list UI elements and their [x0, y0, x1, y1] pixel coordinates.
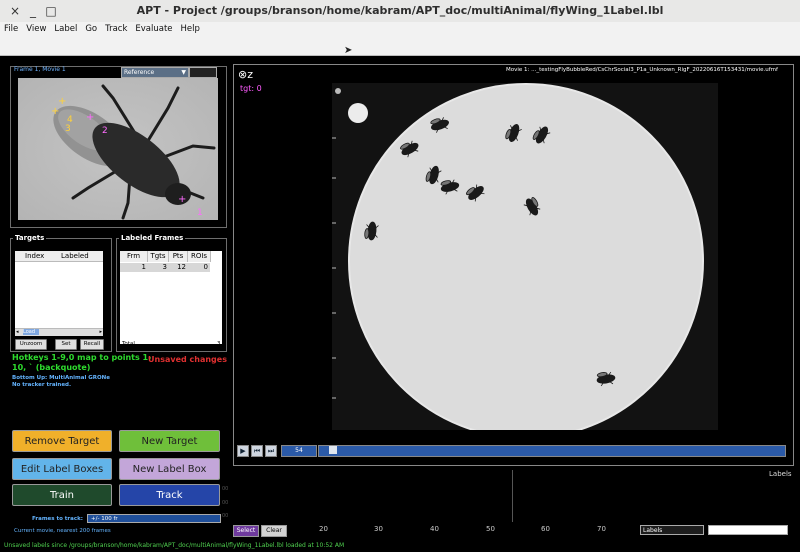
x-tick: 70 [597, 525, 606, 533]
timeline-cursor [512, 470, 513, 522]
targets-table[interactable]: Index Labeled [15, 251, 103, 335]
timeline-mode-select[interactable]: Labels [640, 525, 704, 535]
new-target-button[interactable]: New Target [119, 430, 220, 452]
lf-col-rois[interactable]: ROIs [188, 251, 211, 262]
unsaved-changes-text: Unsaved changes [148, 355, 227, 364]
reference-frame-input[interactable] [189, 67, 217, 78]
targets-scrollbar[interactable]: ◂ Load ▸ [15, 328, 103, 336]
hotkeys-text: Hotkeys 1-9,0 map to points 1-10, ` (bac… [12, 353, 152, 372]
clear-button[interactable]: Clear [261, 525, 287, 537]
step-forward-button[interactable]: ⏭ [265, 445, 277, 457]
set-button[interactable]: Set [55, 339, 77, 350]
targets-col-labeled[interactable]: Labeled [61, 251, 89, 261]
labeled-frames-table[interactable]: Frm Tgts Pts ROIs 1 3 12 0 [120, 251, 222, 344]
new-label-box-button[interactable]: New Label Box [119, 458, 220, 480]
window-titlebar: × _ □ APT - Project /groups/branson/home… [0, 0, 800, 23]
menu-label[interactable]: Label [50, 22, 81, 34]
arena-image [332, 83, 718, 430]
lf-cell-tgts[interactable]: 3 [148, 263, 169, 272]
reference-image[interactable]: + + 4 3 + 2 + 1 [18, 78, 218, 220]
x-tick: 50 [486, 525, 495, 533]
svg-text:3: 3 [65, 124, 71, 134]
x-tick: 30 [374, 525, 383, 533]
menu-view[interactable]: View [22, 22, 50, 34]
recall-button[interactable]: Recall [80, 339, 104, 350]
svg-text:+: + [178, 194, 186, 205]
lf-total-label: Total [122, 341, 135, 347]
window-title: APT - Project /groups/branson/home/kabra… [136, 4, 664, 17]
movie-path-label: Movie 1: ..._testingFlyBubbleRed/CsChrSo… [506, 67, 778, 73]
x-tick: 60 [541, 525, 550, 533]
x-tick: 20 [319, 525, 328, 533]
lf-col-frm[interactable]: Frm [120, 251, 148, 262]
y-tick: 00 [222, 513, 229, 519]
targets-title: Targets [13, 234, 47, 242]
svg-text:2: 2 [102, 126, 108, 136]
menu-file[interactable]: File [0, 22, 22, 34]
lf-col-pts[interactable]: Pts [169, 251, 188, 262]
lf-total-value: 3 [217, 341, 221, 347]
svg-text:1: 1 [197, 208, 203, 218]
targets-col-index[interactable]: Index [25, 251, 44, 261]
tracker-type-text: Bottom Up: MultiAnimal GRONe [12, 375, 111, 381]
x-tick: 40 [430, 525, 439, 533]
y-tick: 00 [222, 486, 229, 492]
current-movie-text: Current movie, nearest 200 frames [14, 528, 111, 534]
tracker-info: Bottom Up: MultiAnimal GRONe No tracker … [12, 375, 110, 389]
status-bar: Unsaved labels since /groups/branson/hom… [0, 540, 800, 552]
menu-evaluate[interactable]: Evaluate [131, 22, 176, 34]
play-button[interactable]: ▶ [237, 445, 249, 457]
targets-table-header: Index Labeled [15, 251, 103, 262]
reference-select[interactable]: Reference ▼ [121, 67, 189, 78]
timeline-input[interactable] [708, 525, 788, 535]
targets-scroll-thumb[interactable]: Load [23, 329, 39, 335]
svg-text:+: + [51, 106, 59, 117]
menu-go[interactable]: Go [81, 22, 101, 34]
fly-reference-image: + + 4 3 + 2 + 1 [18, 78, 218, 220]
frame-slider[interactable] [318, 445, 786, 457]
timeline-labels-title: Labels [769, 470, 792, 478]
toolbar [0, 37, 800, 56]
scroll-right-icon[interactable]: ▸ [99, 329, 102, 335]
menu-bar: File View Label Go Track Evaluate Help [0, 22, 800, 37]
mouse-cursor-icon: ➤ [344, 45, 353, 56]
target-label: tgt: 0 [240, 84, 262, 93]
menu-help[interactable]: Help [177, 22, 204, 34]
labeled-frames-title: Labeled Frames [119, 234, 186, 242]
lf-cell-pts[interactable]: 12 [169, 263, 188, 272]
lf-cell-frm[interactable]: 1 [120, 263, 148, 272]
edit-label-boxes-button[interactable]: Edit Label Boxes [12, 458, 112, 480]
frame-number-input[interactable]: 54 [281, 445, 317, 457]
tracker-status-text: No tracker trained. [12, 382, 72, 388]
unzoom-button[interactable]: Unzoom [15, 339, 47, 350]
remove-target-button[interactable]: Remove Target [12, 430, 112, 452]
scroll-left-icon[interactable]: ◂ [16, 329, 19, 335]
movie-frame-view[interactable] [332, 83, 718, 430]
zoom-icon[interactable]: ⊗z [238, 68, 253, 81]
train-button[interactable]: Train [12, 484, 112, 506]
lf-col-tgts[interactable]: Tgts [148, 251, 169, 262]
frames-to-track-select[interactable]: +/- 100 fr [87, 514, 221, 523]
frames-to-track-label: Frames to track: [32, 516, 83, 522]
track-button[interactable]: Track [119, 484, 220, 506]
menu-track[interactable]: Track [101, 22, 131, 34]
y-tick: 00 [222, 500, 229, 506]
reference-frame-label: Frame 1, Movie 1 [14, 66, 66, 73]
reference-select-value: Reference [124, 69, 155, 76]
frame-slider-thumb[interactable] [329, 446, 337, 454]
lf-cell-rois[interactable]: 0 [188, 263, 210, 272]
select-button[interactable]: Select [233, 525, 259, 537]
svg-text:+: + [86, 112, 94, 123]
chevron-down-icon: ▼ [181, 69, 186, 76]
step-back-button[interactable]: ⏮ [251, 445, 263, 457]
